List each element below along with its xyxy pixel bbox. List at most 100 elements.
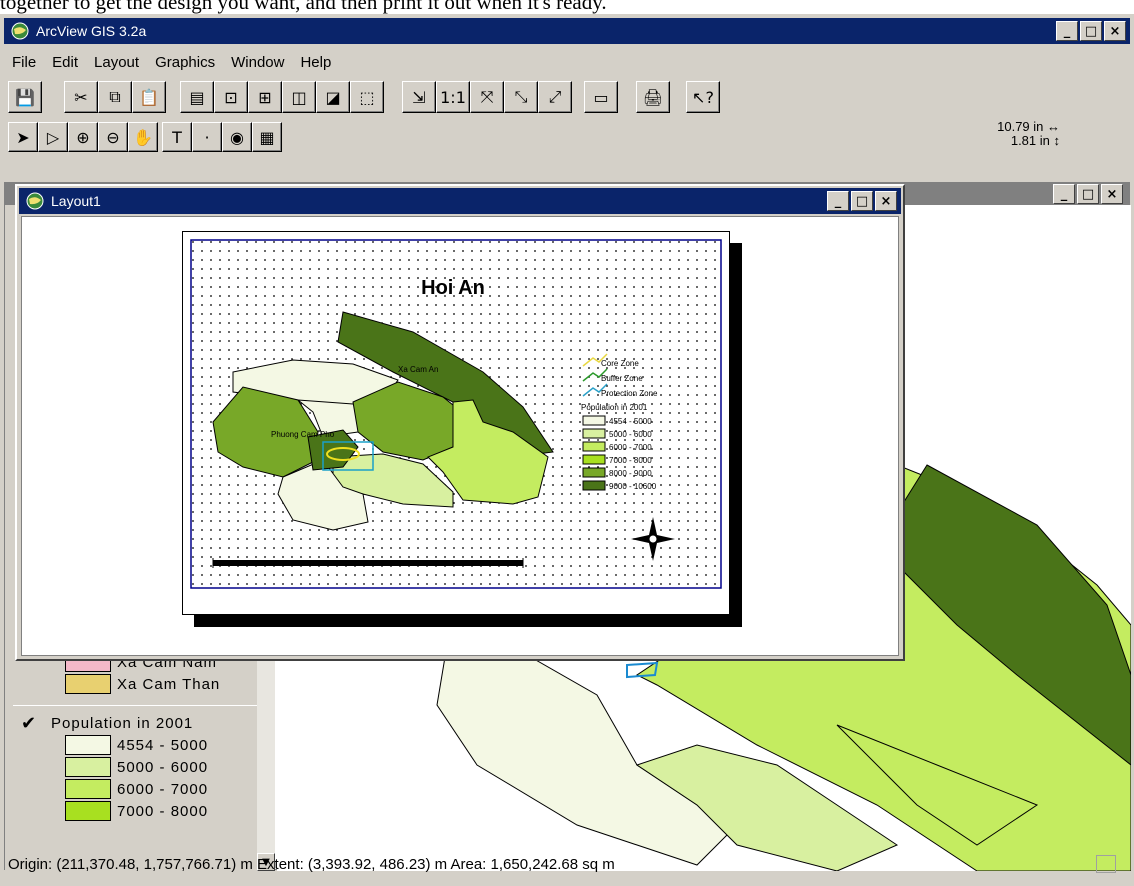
copy-button[interactable]: ⧉ (98, 81, 132, 113)
legend-swatch (65, 779, 111, 799)
legend-label: 4554 - 5000 (609, 417, 652, 426)
page-setup-button[interactable]: ▭ (584, 81, 618, 113)
text-tool-icon: T (172, 127, 182, 147)
menu-bar: File Edit Layout Graphics Window Help (4, 50, 331, 74)
legend-swatch (65, 757, 111, 777)
coord-x: 10.79 in ↔ (997, 119, 1060, 134)
menu-help[interactable]: Help (300, 54, 331, 71)
maximize-button[interactable]: □ (1080, 21, 1102, 41)
zoom-out-tool-tool[interactable]: ⊖ (98, 122, 128, 152)
layer-header: ✔ Population in 2001 (13, 712, 257, 734)
arcview-app-window: ArcView GIS 3.2a _ □ × File Edit Layout … (0, 14, 1134, 886)
layout-maximize-button[interactable]: □ (851, 191, 873, 211)
close-button[interactable]: × (1104, 21, 1126, 41)
zoom-out-button[interactable]: ⤢ (538, 81, 572, 113)
point-tool-tool[interactable]: · (192, 122, 222, 152)
ungroup-button[interactable]: ⊞ (248, 81, 282, 113)
legend-core-zone: Core Zone (601, 359, 639, 368)
save-icon: 💾 (15, 87, 35, 107)
bring-front-icon: ◫ (291, 87, 307, 107)
layout-title-bar[interactable]: Layout1 _ □ × (19, 188, 901, 214)
zoom-in-tool-tool[interactable]: ⊕ (68, 122, 98, 152)
app-title-bar[interactable]: ArcView GIS 3.2a _ □ × (4, 18, 1130, 44)
layout-close-button[interactable]: × (875, 191, 897, 211)
zoom-selected-icon: ⤧ (480, 87, 494, 106)
legend-label: 6000 - 7000 (117, 780, 209, 798)
status-bar: Origin: (211,370.48, 1,757,766.71) m Ext… (4, 848, 1130, 880)
layout-canvas[interactable]: Hoi An Xa Cam An Phuong Cam Pho Core Zon… (21, 216, 899, 656)
zoom-full-icon: ⇲ (412, 87, 426, 107)
align-button[interactable]: ⬚ (350, 81, 384, 113)
zoom-selected-button[interactable]: ⤧ (470, 81, 504, 113)
send-back-button[interactable]: ◪ (316, 81, 350, 113)
layer-population-entry[interactable]: ✔ Population in 2001 4554 - 5000 5000 - … (13, 705, 257, 871)
help-button[interactable]: ↖? (686, 81, 720, 113)
tool-bar: ➤ ▷ ⊕ ⊖ ✋ T · ◉ ▦ (8, 122, 282, 156)
legend-frame-tool[interactable]: ▦ (252, 122, 282, 152)
legend-swatch (582, 415, 606, 426)
legend-item: Xa Cam Than (13, 673, 220, 695)
view-maximize-button[interactable]: □ (1077, 184, 1099, 204)
menu-graphics[interactable]: Graphics (155, 54, 215, 71)
legend-label: 7000 - 8000 (609, 456, 652, 465)
legend-swatch (582, 480, 606, 491)
minimize-button[interactable]: _ (1056, 21, 1078, 41)
zoom-full-button[interactable]: ⇲ (402, 81, 436, 113)
layout-minimize-button[interactable]: _ (827, 191, 849, 211)
legend-swatch (65, 735, 111, 755)
app-title: ArcView GIS 3.2a (36, 23, 147, 39)
map-title: Hoi An (421, 277, 485, 299)
layout-title: Layout1 (51, 193, 101, 209)
menu-window[interactable]: Window (231, 54, 284, 71)
legend-item: 7000 - 8000 (65, 800, 257, 822)
coord-y: 1.81 in ↕ (1010, 133, 1060, 148)
help-icon: ↖? (692, 87, 714, 107)
layout-page[interactable]: Hoi An Xa Cam An Phuong Cam Pho Core Zon… (182, 231, 730, 615)
menu-layout[interactable]: Layout (94, 54, 139, 71)
button-bar: 💾 ✂ ⧉ 📋 ▤ ⊡ ⊞ ◫ ◪ ⬚ ⇲ 1:1 ⤧ ⤡ ⤢ ▭ 🖨 ↖? (8, 81, 720, 117)
page-setup-icon: ▭ (593, 87, 609, 107)
zoom-in-icon: ⤡ (514, 87, 528, 106)
bring-front-button[interactable]: ◫ (282, 81, 316, 113)
cut-button[interactable]: ✂ (64, 81, 98, 113)
legend-label: 8000 - 9000 (609, 469, 652, 478)
view-close-button[interactable]: × (1101, 184, 1123, 204)
pointer-tool[interactable]: ➤ (8, 122, 38, 152)
print-button[interactable]: 🖨 (636, 81, 670, 113)
zoom-actual-button[interactable]: 1:1 (436, 81, 470, 113)
view-frame-tool[interactable]: ◉ (222, 122, 252, 152)
legend-swatch (582, 454, 606, 465)
zoom-in-tool-icon: ⊕ (76, 127, 90, 147)
legend-item: 5000 - 6000 (65, 756, 257, 778)
ungroup-icon: ⊞ (258, 87, 272, 107)
zoom-out-icon: ⤢ (548, 87, 562, 106)
legend-swatch (582, 467, 606, 478)
legend-buffer-zone: Buffer Zone (601, 374, 643, 383)
cut-icon: ✂ (74, 87, 88, 107)
layer-visible-checkbox[interactable]: ✔ (19, 713, 39, 734)
legend-label: 5000 - 6000 (609, 430, 652, 439)
text-tool-tool[interactable]: T (162, 122, 192, 152)
properties-icon: ▤ (189, 87, 205, 107)
legend-label: 6000 - 7000 (609, 443, 652, 452)
zoom-in-button[interactable]: ⤡ (504, 81, 538, 113)
properties-button[interactable]: ▤ (180, 81, 214, 113)
legend-label: 5000 - 6000 (117, 758, 209, 776)
pan-tool[interactable]: ✋ (128, 122, 158, 152)
group-button[interactable]: ⊡ (214, 81, 248, 113)
paste-button[interactable]: 📋 (132, 81, 166, 113)
save-button[interactable]: 💾 (8, 81, 42, 113)
legend-label: 9000 - 10600 (609, 482, 657, 491)
legend-protection-zone: Protection Zone (601, 389, 658, 398)
menu-file[interactable]: File (12, 54, 36, 71)
view-minimize-button[interactable]: _ (1053, 184, 1075, 204)
cursor-coordinates: 10.79 in ↔ 1.81 in ↕ (940, 120, 1060, 148)
vertex-edit-icon: ▷ (46, 127, 60, 147)
legend-swatch (582, 428, 606, 439)
place-label-phuong-cam-pho: Phuong Cam Pho (271, 430, 335, 439)
resize-grip-icon[interactable] (1096, 855, 1116, 873)
print-icon: 🖨 (642, 87, 664, 107)
legend-item: 6000 - 7000 (65, 778, 257, 800)
menu-edit[interactable]: Edit (52, 54, 78, 71)
vertex-edit-tool[interactable]: ▷ (38, 122, 68, 152)
